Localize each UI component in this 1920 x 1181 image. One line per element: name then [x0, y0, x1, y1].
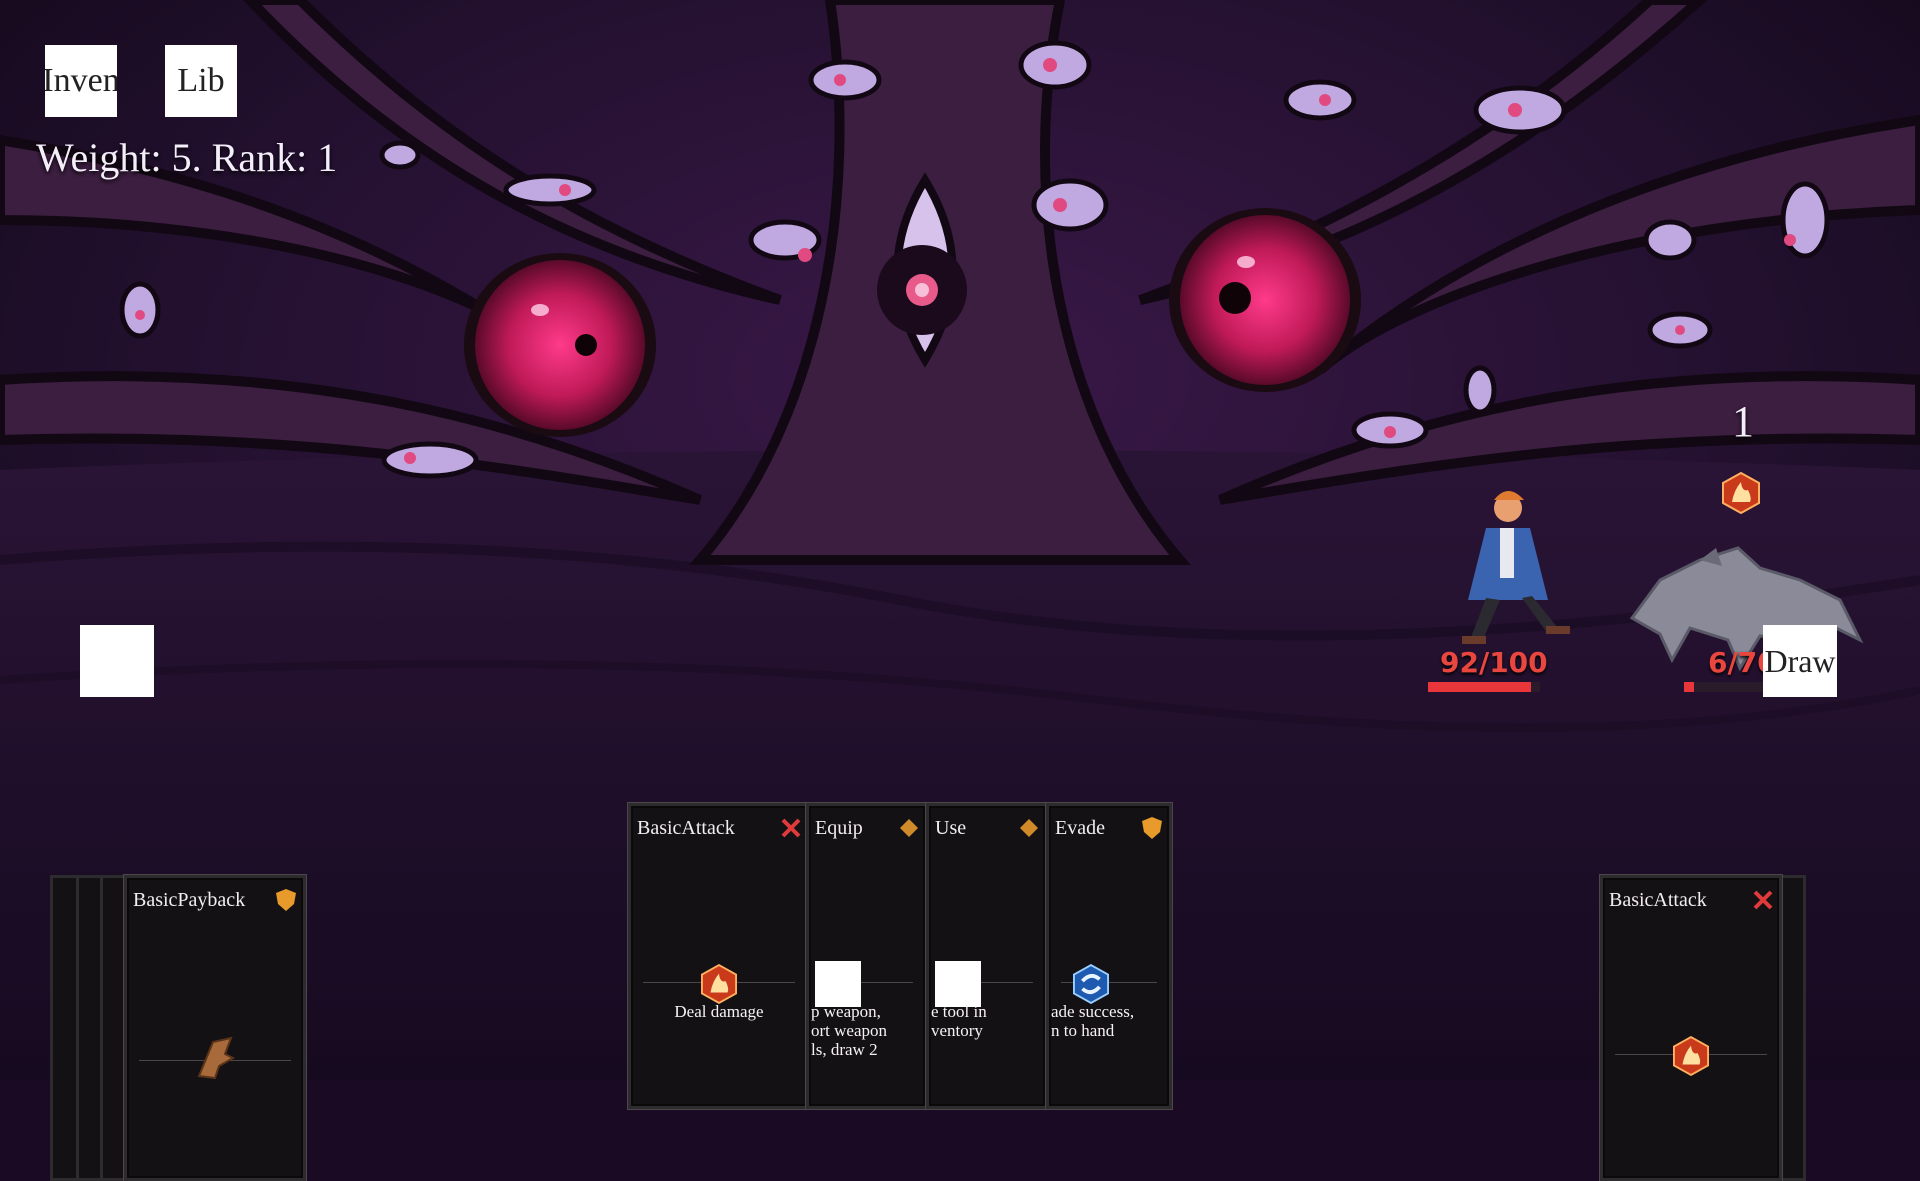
hand-card-equip[interactable]: Equip p weapon, ort weapon ls, draw 2	[806, 803, 928, 1109]
card-description-line: ort weapon	[811, 1021, 888, 1040]
card-title: BasicAttack	[1609, 888, 1707, 911]
card-title: BasicAttack	[637, 816, 735, 839]
diamond-icon	[1020, 819, 1038, 837]
x-icon	[781, 818, 801, 838]
discard-pile[interactable]: BasicAttack	[1600, 875, 1782, 1181]
card-description-line: ade success,	[1051, 1002, 1135, 1021]
hand-card-use[interactable]: Use e tool in ventory	[926, 803, 1048, 1109]
library-button-label: Lib	[177, 62, 225, 99]
draw-button-label: Draw	[1764, 642, 1836, 679]
card-description: ade success, n to hand	[1051, 1002, 1169, 1040]
end-turn-button[interactable]	[80, 625, 154, 697]
card-description-line: ventory	[931, 1021, 983, 1040]
hand-card-evade[interactable]: Evade ade success, n to hand	[1046, 803, 1172, 1109]
hand-card-basic-attack[interactable]: BasicAttack Deal damage	[628, 803, 810, 1109]
player-hp-text: 92/100	[1440, 646, 1548, 679]
card-title: Use	[935, 816, 967, 839]
card-title: Equip	[815, 816, 863, 839]
library-button[interactable]: Lib	[165, 45, 237, 117]
card-description: e tool in ventory	[931, 1002, 1045, 1040]
card-title: BasicPayback	[133, 888, 246, 911]
enemy-hp-fill	[1684, 682, 1694, 692]
shield-icon	[1142, 817, 1162, 839]
player-hp-bar	[1428, 682, 1540, 692]
enemy-intent-count: 1	[1732, 397, 1754, 446]
card-description-line: e tool in	[931, 1002, 987, 1021]
card-art-placeholder	[815, 961, 861, 1007]
card-description: Deal damage	[631, 1002, 807, 1021]
card-title: Evade	[1055, 816, 1105, 839]
card-description-line: n to hand	[1051, 1021, 1115, 1040]
wing-icon	[197, 1036, 235, 1080]
shield-icon	[276, 889, 296, 911]
inventory-button-label: Inven	[45, 62, 117, 99]
x-icon	[1753, 890, 1773, 910]
draw-pile[interactable]: BasicPayback	[124, 875, 306, 1181]
diamond-icon	[900, 819, 918, 837]
card-description: p weapon, ort weapon ls, draw 2	[811, 1002, 925, 1059]
fire-icon	[701, 964, 737, 1004]
player-hp-fill	[1428, 682, 1532, 692]
swirl-icon	[1073, 964, 1109, 1004]
card-description-line: p weapon,	[811, 1002, 881, 1021]
card-art-placeholder	[935, 961, 981, 1007]
fire-icon	[1673, 1036, 1709, 1076]
card-description-line: ls, draw 2	[811, 1040, 878, 1059]
inventory-button[interactable]: Inven	[45, 45, 117, 117]
card-description-line: Deal damage	[674, 1002, 764, 1021]
weight-rank-text: Weight: 5. Rank: 1	[36, 135, 338, 180]
draw-button[interactable]: Draw	[1763, 625, 1837, 697]
enemy-intent-fire-icon	[1722, 472, 1760, 514]
